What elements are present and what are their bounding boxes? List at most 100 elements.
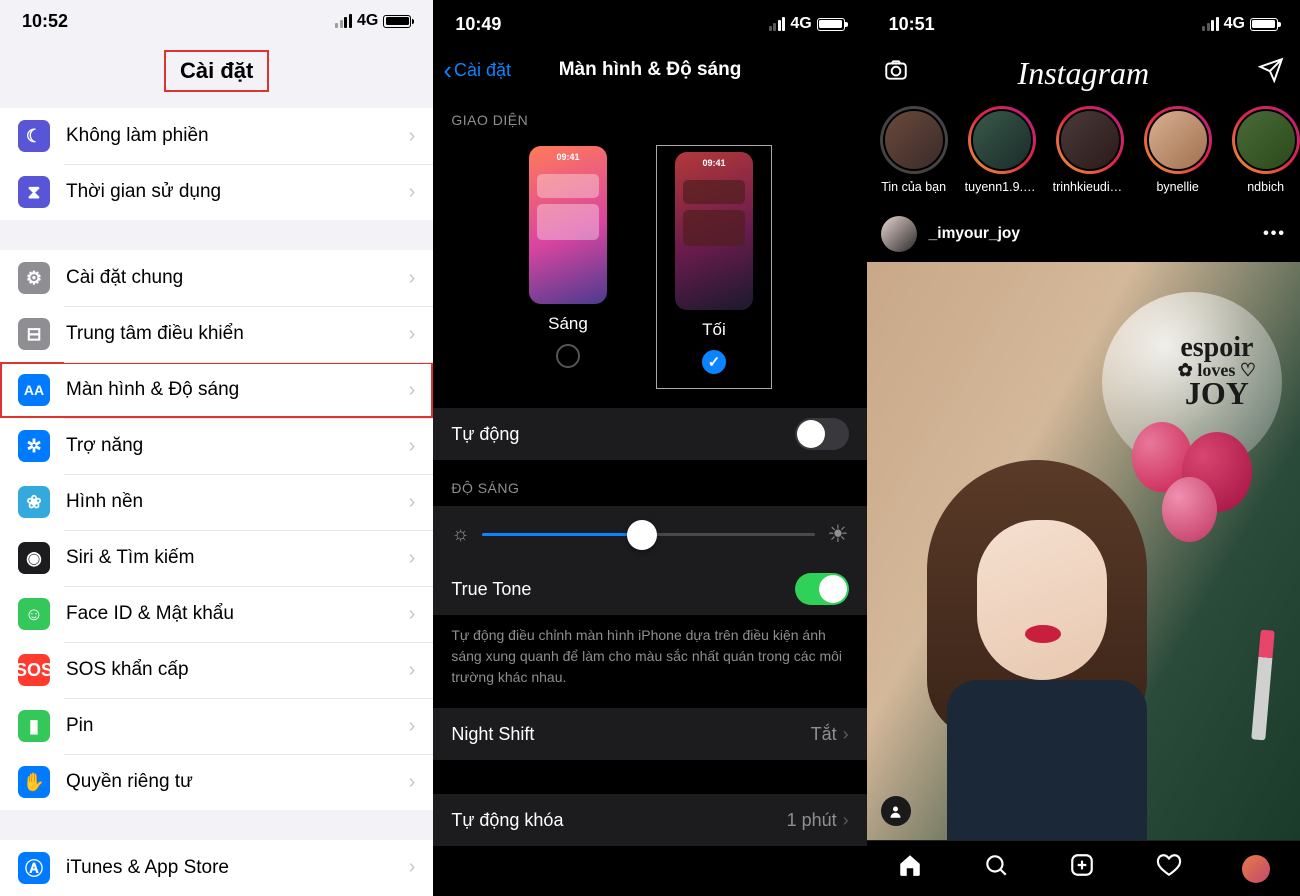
siri-icon: ◉ — [18, 542, 50, 574]
clock: 10:52 — [22, 11, 68, 32]
chevron-right-icon: › — [409, 715, 416, 738]
phone-display-settings: 10:49 4G ‹ Cài đặt Màn hình & Độ sáng GI… — [433, 0, 866, 896]
tagged-people-icon[interactable] — [881, 796, 911, 826]
row-true-tone: True Tone — [433, 563, 866, 615]
face-id-icon: ☺ — [18, 598, 50, 630]
brightness-slider[interactable] — [482, 533, 815, 536]
true-tone-footer: Tự động điều chỉnh màn hình iPhone dựa t… — [433, 615, 866, 708]
tab-new-post[interactable] — [1069, 852, 1095, 885]
battery-icon — [817, 18, 845, 31]
moon-icon: ☾ — [18, 120, 50, 152]
battery-icon: ▮ — [18, 710, 50, 742]
tab-search[interactable] — [983, 852, 1009, 885]
send-icon[interactable] — [1258, 57, 1284, 90]
status-bar: 10:49 4G — [433, 0, 866, 48]
row-automatic: Tự động — [433, 408, 866, 460]
chevron-right-icon: › — [409, 491, 416, 514]
row-battery[interactable]: ▮ Pin › — [0, 698, 433, 754]
brightness-slider-row: ☼ ☀ — [433, 506, 866, 563]
post-username[interactable]: _imyour_joy — [929, 225, 1252, 243]
tab-activity[interactable] — [1156, 852, 1182, 885]
stories-tray[interactable]: Tin của bạn tuyenn1.9.7.6 trinhkieudie..… — [867, 98, 1300, 206]
appearance-option-dark[interactable]: 09:41 Tối — [657, 146, 771, 388]
sun-large-icon: ☀ — [827, 520, 849, 549]
signal-icon — [769, 17, 786, 31]
chevron-right-icon: › — [409, 603, 416, 626]
chevron-right-icon: › — [409, 125, 416, 148]
section-appearance-header: GIAO DIỆN — [433, 92, 866, 138]
settings-header: Cài đặt — [0, 42, 433, 108]
radio-light[interactable] — [556, 344, 580, 368]
row-emergency-sos[interactable]: SOS SOS khẩn cấp › — [0, 642, 433, 698]
row-privacy[interactable]: ✋ Quyền riêng tư › — [0, 754, 433, 810]
story-item[interactable]: ndbich — [1229, 106, 1300, 194]
tab-profile[interactable] — [1242, 855, 1270, 883]
camera-icon[interactable] — [883, 57, 909, 90]
sos-icon: SOS — [18, 654, 50, 686]
row-display-brightness[interactable]: AA Màn hình & Độ sáng › — [0, 362, 433, 418]
chevron-right-icon: › — [409, 547, 416, 570]
post-avatar[interactable] — [881, 216, 917, 252]
sun-small-icon: ☼ — [451, 523, 469, 546]
row-itunes-appstore[interactable]: Ⓐ iTunes & App Store › — [0, 840, 433, 896]
hand-icon: ✋ — [18, 766, 50, 798]
row-control-center[interactable]: ⊟ Trung tâm điều khiển › — [0, 306, 433, 362]
nav-bar: ‹ Cài đặt Màn hình & Độ sáng — [433, 48, 866, 92]
network-label: 4G — [357, 12, 378, 30]
appstore-icon: Ⓐ — [18, 852, 50, 884]
back-button[interactable]: ‹ Cài đặt — [443, 57, 511, 83]
phone-settings: 10:52 4G Cài đặt ☾ Không làm phiền › ⧗ T… — [0, 0, 433, 896]
status-bar: 10:52 4G — [0, 0, 433, 42]
appearance-option-light[interactable]: 09:41 Sáng — [529, 146, 607, 388]
battery-icon — [1250, 18, 1278, 31]
chevron-right-icon: › — [409, 856, 416, 879]
chevron-right-icon: › — [409, 181, 416, 204]
row-screen-time[interactable]: ⧗ Thời gian sử dụng › — [0, 164, 433, 220]
row-wallpaper[interactable]: ❀ Hình nền › — [0, 474, 433, 530]
chevron-right-icon: › — [409, 435, 416, 458]
chevron-left-icon: ‹ — [443, 57, 452, 83]
network-label: 4G — [1224, 15, 1245, 33]
instagram-logo: Instagram — [1018, 55, 1150, 92]
radio-dark[interactable] — [702, 350, 726, 374]
story-item[interactable]: bynellie — [1141, 106, 1215, 194]
more-options-icon[interactable]: ••• — [1263, 225, 1286, 243]
row-accessibility[interactable]: ✲ Trợ năng › — [0, 418, 433, 474]
row-general[interactable]: ⚙ Cài đặt chung › — [0, 250, 433, 306]
thumbnail-light: 09:41 — [529, 146, 607, 304]
story-your-story[interactable]: Tin của bạn — [877, 106, 951, 194]
tab-home[interactable] — [897, 852, 923, 885]
chevron-right-icon: › — [409, 771, 416, 794]
row-face-id[interactable]: ☺ Face ID & Mật khẩu › — [0, 586, 433, 642]
balloon-text: espoir ✿ loves ♡ JOY — [1178, 332, 1256, 412]
chevron-right-icon: › — [409, 379, 416, 402]
row-do-not-disturb[interactable]: ☾ Không làm phiền › — [0, 108, 433, 164]
phone-instagram: 10:51 4G Instagram Tin của bạn t — [867, 0, 1300, 896]
appearance-picker: 09:41 Sáng 09:41 Tối — [433, 138, 866, 408]
sliders-icon: ⊟ — [18, 318, 50, 350]
row-night-shift[interactable]: Night Shift Tắt› — [433, 708, 866, 760]
story-item[interactable]: trinhkieudie... — [1053, 106, 1127, 194]
story-item[interactable]: tuyenn1.9.7.6 — [965, 106, 1039, 194]
hourglass-icon: ⧗ — [18, 176, 50, 208]
accessibility-icon: ✲ — [18, 430, 50, 462]
toggle-true-tone[interactable] — [795, 573, 849, 605]
post-header: _imyour_joy ••• — [867, 206, 1300, 262]
signal-icon — [335, 14, 352, 28]
toggle-automatic[interactable] — [795, 418, 849, 450]
network-label: 4G — [790, 15, 811, 33]
gear-icon: ⚙ — [18, 262, 50, 294]
chevron-right-icon: › — [409, 323, 416, 346]
flower-icon: ❀ — [18, 486, 50, 518]
row-siri-search[interactable]: ◉ Siri & Tìm kiếm › — [0, 530, 433, 586]
chevron-right-icon: › — [409, 659, 416, 682]
status-bar: 10:51 4G — [867, 0, 1300, 48]
thumbnail-dark: 09:41 — [675, 152, 753, 310]
battery-icon — [383, 15, 411, 28]
chevron-right-icon: › — [843, 810, 849, 830]
post-image[interactable]: espoir ✿ loves ♡ JOY — [867, 262, 1300, 840]
row-auto-lock[interactable]: Tự động khóa 1 phút› — [433, 794, 866, 846]
section-brightness-header: ĐỘ SÁNG — [433, 460, 866, 506]
tab-bar — [867, 840, 1300, 896]
chevron-right-icon: › — [409, 267, 416, 290]
